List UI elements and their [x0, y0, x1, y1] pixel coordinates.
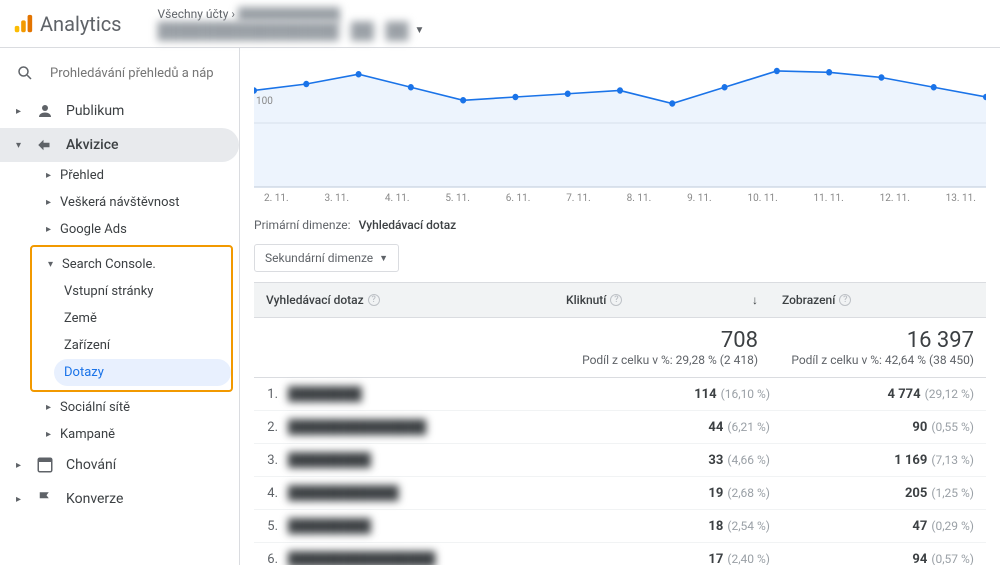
nav-dotazy[interactable]: Dotazy — [54, 359, 231, 386]
chevron-right-icon: ▸ — [16, 460, 24, 471]
nav-vstupni-stranky[interactable]: Vstupní stránky — [64, 278, 231, 305]
chevron-right-icon: ▸ — [46, 224, 54, 235]
highlight-box: ▾Search Console. Vstupní stránky Země Za… — [30, 245, 233, 392]
col-clicks[interactable]: Kliknutí ? ↓ — [554, 283, 770, 317]
nav-akvizice[interactable]: ▾ Akvizice — [0, 128, 239, 162]
controls: Primární dimenze: Vyhledávací dotaz Seku… — [254, 218, 986, 272]
nav-zarizeni[interactable]: Zařízení — [64, 332, 231, 359]
chart[interactable]: 100 2. 11.3. 11.4. 11.5. 11.6. 11.7. 11.… — [254, 58, 986, 188]
behavior-icon — [36, 456, 54, 474]
help-icon[interactable]: ? — [368, 294, 380, 306]
table-row[interactable]: 3.█████████33(4,66 %)1 169(7,13 %) — [254, 444, 986, 477]
nav-kampane[interactable]: ▸Kampaně — [46, 421, 239, 448]
col-query[interactable]: Vyhledávací dotaz ? — [254, 283, 554, 317]
chevron-right-icon: ▸ — [16, 106, 24, 117]
nav-google-ads[interactable]: ▸Google Ads — [46, 216, 239, 243]
primary-dim-label: Primární dimenze: — [254, 218, 351, 232]
nav-chovani[interactable]: ▸ Chování — [0, 448, 239, 482]
table-header: Vyhledávací dotaz ? Kliknutí ? ↓ Zobraze… — [254, 282, 986, 318]
acquisition-icon — [36, 136, 54, 154]
table-row[interactable]: 5.█████████18(2,54 %)47(0,29 %) — [254, 510, 986, 543]
help-icon[interactable]: ? — [610, 294, 622, 306]
breadcrumb-prefix: Všechny účty › — [158, 7, 235, 21]
nav-socialni[interactable]: ▸Sociální sítě — [46, 394, 239, 421]
chevron-down-icon: ▾ — [16, 140, 24, 151]
chevron-right-icon: ▸ — [46, 197, 54, 208]
query-text: ███████████████ — [288, 419, 426, 435]
query-text: ████████ — [288, 386, 362, 402]
chevron-down-icon[interactable]: ▼ — [414, 25, 424, 36]
nav-navstevnost[interactable]: ▸Veškerá návštěvnost — [46, 189, 239, 216]
breadcrumb[interactable]: Všechny účty › ████████████ ████████████… — [158, 7, 425, 41]
col-impressions[interactable]: Zobrazení ? — [770, 283, 986, 317]
data-table: Vyhledávací dotaz ? Kliknutí ? ↓ Zobraze… — [254, 282, 986, 565]
table-body: 1.████████114(16,10 %)4 774(29,12 %)2.██… — [254, 378, 986, 565]
nav-publikum[interactable]: ▸ Publikum — [0, 94, 239, 128]
query-text: ████████████████ — [288, 551, 435, 565]
total-clicks: 708 — [566, 328, 758, 353]
chevron-down-icon: ▾ — [48, 259, 56, 270]
total-impressions: 16 397 — [782, 328, 974, 353]
nav-konverze[interactable]: ▸ Konverze — [0, 482, 239, 516]
nav-prehled[interactable]: ▸Přehled — [46, 162, 239, 189]
search-input[interactable] — [50, 66, 223, 81]
breadcrumb-property: ████████████████ · ██ · ██ — [158, 21, 409, 41]
query-text: ████████████ — [288, 485, 399, 501]
x-axis: 2. 11.3. 11.4. 11.5. 11.6. 11.7. 11.8. 1… — [264, 193, 976, 204]
topbar: Analytics Všechny účty › ████████████ ██… — [0, 0, 1000, 48]
nav-label: Akvizice — [66, 137, 119, 153]
query-text: █████████ — [288, 518, 371, 534]
query-text: █████████ — [288, 452, 371, 468]
totals-row: 708 Podíl z celku v %: 29,28 % (2 418) 1… — [254, 318, 986, 378]
search-icon — [16, 64, 34, 82]
sort-desc-icon[interactable]: ↓ — [752, 293, 758, 307]
nav-label: Chování — [66, 457, 116, 473]
sidebar-search[interactable] — [0, 56, 239, 94]
product-name: Analytics — [40, 12, 122, 36]
breadcrumb-account: ████████████ — [238, 7, 340, 21]
nav-zeme[interactable]: Země — [64, 305, 231, 332]
total-clicks-sub: Podíl z celku v %: 29,28 % (2 418) — [582, 353, 758, 367]
table-row[interactable]: 6.████████████████17(2,40 %)94(0,57 %) — [254, 543, 986, 565]
nav-search-console[interactable]: ▾Search Console. — [48, 251, 231, 278]
line-chart — [254, 58, 986, 188]
total-impressions-sub: Podíl z celku v %: 42,64 % (38 450) — [791, 353, 974, 367]
sidebar: ▸ Publikum ▾ Akvizice ▸Přehled ▸Veškerá … — [0, 48, 240, 565]
secondary-dim-button[interactable]: Sekundární dimenze ▼ — [254, 244, 399, 272]
main-content: 100 2. 11.3. 11.4. 11.5. 11.6. 11.7. 11.… — [240, 48, 1000, 565]
analytics-logo-icon — [12, 13, 34, 35]
primary-dim-value[interactable]: Vyhledávací dotaz — [359, 218, 457, 232]
person-icon — [36, 102, 54, 120]
table-row[interactable]: 1.████████114(16,10 %)4 774(29,12 %) — [254, 378, 986, 411]
chevron-right-icon: ▸ — [46, 429, 54, 440]
help-icon[interactable]: ? — [839, 294, 851, 306]
y-tick: 100 — [256, 96, 273, 107]
table-row[interactable]: 4.████████████19(2,68 %)205(1,25 %) — [254, 477, 986, 510]
chevron-right-icon: ▸ — [46, 402, 54, 413]
flag-icon — [36, 490, 54, 508]
chevron-right-icon: ▸ — [16, 494, 24, 505]
logo[interactable]: Analytics — [12, 12, 122, 36]
nav-label: Publikum — [66, 103, 124, 119]
nav-label: Konverze — [66, 491, 123, 507]
table-row[interactable]: 2.███████████████44(6,21 %)90(0,55 %) — [254, 411, 986, 444]
chevron-down-icon: ▼ — [379, 253, 388, 264]
